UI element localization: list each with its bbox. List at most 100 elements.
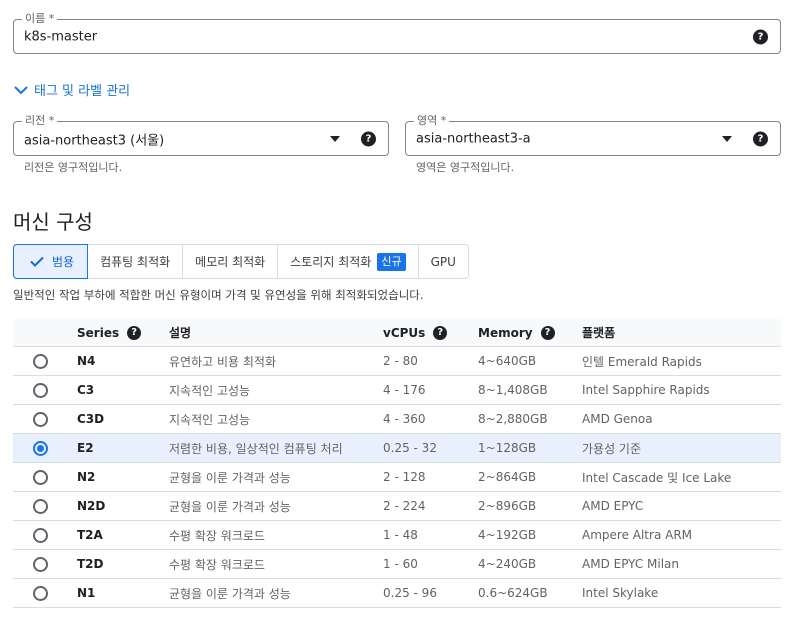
platform-cell: AMD EPYC Milan [582,557,680,571]
series-cell: E2 [77,441,94,455]
memory-cell: 8~1,408GB [478,383,548,397]
radio-cell[interactable] [33,492,48,520]
tab-label: 범용 [52,255,75,269]
manage-tags-labels-link[interactable]: 태그 및 라벨 관리 [14,80,130,99]
series-radio[interactable] [33,440,48,456]
platform-cell: Intel Skylake [582,586,659,600]
memory-cell: 4~192GB [478,528,537,542]
dropdown-arrow-icon [722,135,732,142]
table-row[interactable]: N4 유연하고 비용 최적화 2 - 80 4~640GB 인텔 Emerald… [13,347,781,376]
tab-gpu[interactable]: GPU [419,245,468,278]
vcpus-cell: 0.25 - 96 [383,586,437,600]
radio-cell[interactable] [33,579,48,607]
tab-compute-optimized[interactable]: 컴퓨팅 최적화 [88,245,184,278]
memory-cell: 4~640GB [478,354,537,368]
region-hint: 리전은 영구적입니다. [24,161,123,174]
radio-cell[interactable] [33,521,48,549]
platform-cell: AMD Genoa [582,412,653,426]
series-cell: C3D [77,412,105,426]
table-row[interactable]: T2D 수평 확장 워크로드 1 - 60 4~240GB AMD EPYC M… [13,550,781,579]
series-radio[interactable] [33,411,48,427]
description-cell: 균형을 이룬 가격과 성능 [169,499,291,514]
machine-series-table: Series ? 설명 vCPUs ? Memory ? 플랫폼 N4 유연하고… [13,319,781,608]
tab-label: 스토리지 최적화 [290,255,372,269]
vcpus-cell: 0.25 - 32 [383,441,437,455]
tab-memory-optimized[interactable]: 메모리 최적화 [183,245,279,278]
table-header-row: Series ? 설명 vCPUs ? Memory ? 플랫폼 [13,319,781,347]
vcpus-cell: 2 - 80 [383,354,418,368]
memory-cell: 4~240GB [478,557,537,571]
help-icon[interactable]: ? [753,131,768,146]
new-badge: 신규 [377,252,406,271]
description-cell: 지속적인 고성능 [169,412,251,427]
help-icon[interactable]: ? [540,325,555,340]
header-memory-label: Memory [478,325,533,340]
platform-cell: Intel Sapphire Rapids [582,383,710,397]
name-field-value: k8s-master [24,29,98,44]
zone-select[interactable]: 영역 * asia-northeast3-a ? [405,113,781,156]
table-row[interactable]: N2 균형을 이룬 가격과 성능 2 - 128 2~864GB Intel C… [13,463,781,492]
series-radio[interactable] [33,585,48,601]
series-radio[interactable] [33,556,48,572]
help-icon[interactable]: ? [361,131,376,146]
header-description: 설명 [169,319,191,346]
series-radio[interactable] [33,527,48,543]
tab-storage-optimized[interactable]: 스토리지 최적화 신규 [278,245,419,278]
vcpus-cell: 1 - 60 [383,557,418,571]
series-cell: N2D [77,499,106,513]
vcpus-cell: 2 - 224 [383,499,426,513]
radio-cell[interactable] [33,376,48,404]
name-field-label: 이름 * [22,11,58,27]
region-value: asia-northeast3 (서울) [24,133,165,148]
table-row[interactable]: T2A 수평 확장 워크로드 1 - 48 4~192GB Ampere Alt… [13,521,781,550]
help-icon[interactable]: ? [433,325,448,340]
header-series: Series ? [77,319,142,346]
manage-tags-labels-label: 태그 및 라벨 관리 [34,84,131,99]
tab-general-purpose[interactable]: 범용 [13,244,89,279]
radio-cell[interactable] [33,550,48,578]
platform-cell: 인텔 Emerald Rapids [582,354,702,369]
table-row[interactable]: N2D 균형을 이룬 가격과 성능 2 - 224 2~896GB AMD EP… [13,492,781,521]
series-cell: N2 [77,470,96,484]
series-radio[interactable] [33,469,48,485]
table-body: N4 유연하고 비용 최적화 2 - 80 4~640GB 인텔 Emerald… [13,347,781,608]
help-icon[interactable]: ? [753,29,768,44]
check-icon [30,256,44,267]
vcpus-cell: 2 - 128 [383,470,426,484]
description-cell: 균형을 이룬 가격과 성능 [169,586,291,601]
zone-hint: 영역은 영구적입니다. [416,161,515,174]
series-radio[interactable] [33,353,48,369]
vcpus-cell: 4 - 176 [383,383,426,397]
radio-cell[interactable] [33,463,48,491]
table-row[interactable]: N1 균형을 이룬 가격과 성능 0.25 - 96 0.6~624GB Int… [13,579,781,608]
machine-family-description: 일반적인 작업 부하에 적합한 머신 유형이며 가격 및 유연성을 위해 최적화… [13,288,424,302]
radio-cell[interactable] [33,405,48,433]
memory-cell: 8~2,880GB [478,412,548,426]
memory-cell: 1~128GB [478,441,537,455]
help-icon[interactable]: ? [127,325,142,340]
header-series-label: Series [77,325,120,340]
tab-label: 메모리 최적화 [195,255,266,269]
series-cell: N4 [77,354,96,368]
radio-cell[interactable] [33,347,48,375]
series-radio[interactable] [33,382,48,398]
series-cell: C3 [77,383,95,397]
name-field[interactable]: 이름 * k8s-master ? [13,11,781,54]
table-row[interactable]: E2 저렴한 비용, 일상적인 컴퓨팅 처리 0.25 - 32 1~128GB… [13,434,781,463]
description-cell: 지속적인 고성능 [169,383,251,398]
memory-cell: 2~896GB [478,499,537,513]
header-vcpus-label: vCPUs [383,325,426,340]
description-cell: 저렴한 비용, 일상적인 컴퓨팅 처리 [169,441,343,456]
zone-label: 영역 * [414,113,450,129]
tab-label: GPU [430,254,456,269]
table-row[interactable]: C3D 지속적인 고성능 4 - 360 8~2,880GB AMD Genoa [13,405,781,434]
description-cell: 수평 확장 워크로드 [169,557,265,572]
series-radio[interactable] [33,498,48,514]
table-row[interactable]: C3 지속적인 고성능 4 - 176 8~1,408GB Intel Sapp… [13,376,781,405]
platform-cell: Intel Cascade 및 Ice Lake [582,470,732,485]
memory-cell: 2~864GB [478,470,537,484]
description-cell: 유연하고 비용 최적화 [169,354,276,369]
region-select[interactable]: 리전 * asia-northeast3 (서울) ? [13,113,389,156]
radio-cell[interactable] [33,434,48,462]
dropdown-arrow-icon [330,135,340,142]
